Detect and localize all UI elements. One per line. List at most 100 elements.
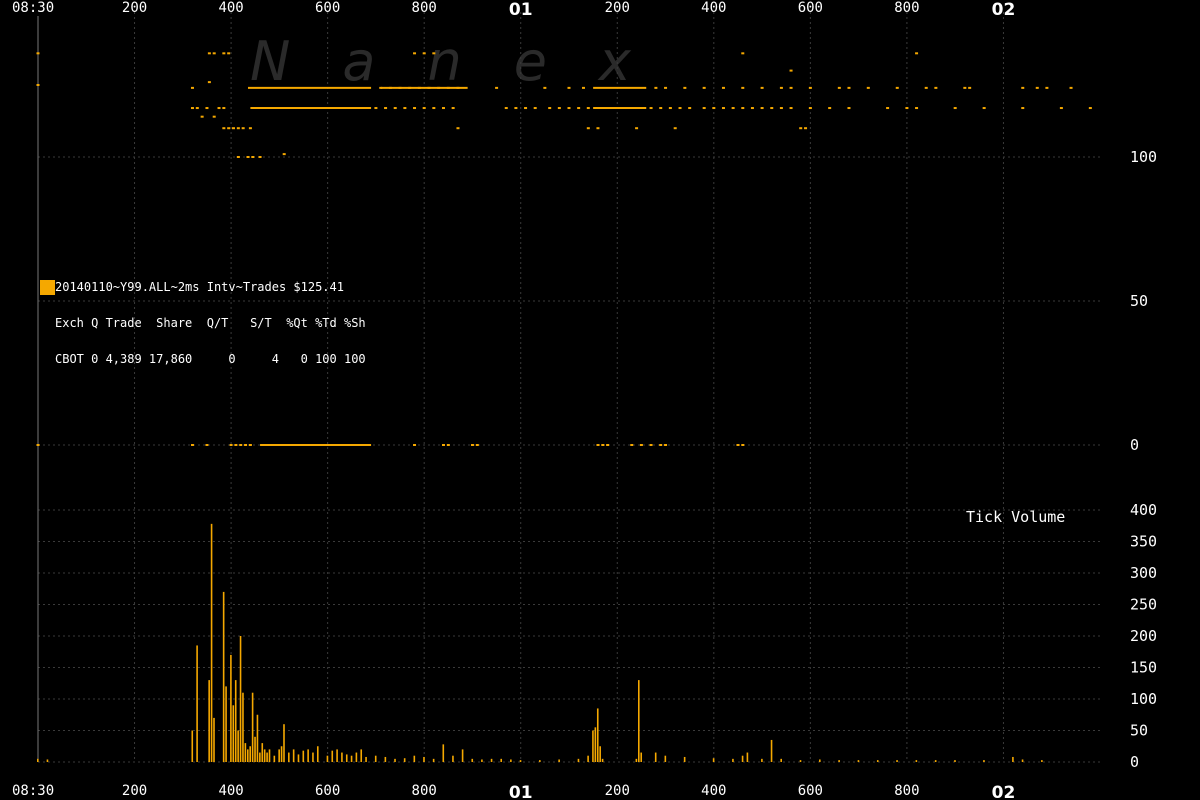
volume-bar: [365, 756, 367, 762]
price-point: [205, 444, 209, 446]
price-point: [251, 156, 255, 158]
volume-bar: [237, 730, 239, 762]
axis-labels: 08:30 08:30 200 200 400 400 600 600 800 800 01 01 20…: [12, 0, 1157, 800]
volume-y-tick-label: 300: [1130, 564, 1157, 582]
info-title: 20140110~Y99.ALL~2ms Intv~Trades $125.41: [55, 280, 344, 294]
x-tick-label-bottom: 400: [218, 783, 243, 799]
price-point: [207, 81, 211, 84]
price-point: [683, 86, 687, 89]
price-y-tick-label: 50: [1130, 292, 1148, 310]
price-point: [222, 107, 226, 110]
volume-bar: [259, 752, 261, 762]
volume-bar: [780, 758, 782, 762]
cbot-color-swatch: [40, 280, 55, 295]
volume-bar: [654, 752, 657, 762]
price-point: [239, 444, 243, 446]
volume-bar: [594, 727, 597, 762]
volume-bar: [232, 705, 235, 762]
volume-bar: [280, 746, 283, 762]
price-point: [441, 107, 445, 110]
price-point: [688, 107, 692, 110]
price-point: [736, 444, 740, 446]
price-point: [659, 444, 663, 446]
price-point: [212, 52, 216, 55]
volume-bar: [331, 750, 334, 762]
volume-bar: [490, 758, 493, 762]
price-point: [963, 86, 967, 89]
price-point: [577, 107, 581, 110]
price-point: [886, 107, 890, 110]
volume-bar: [208, 680, 210, 762]
price-point: [417, 86, 421, 89]
volume-bar: [934, 760, 937, 762]
price-point: [212, 115, 216, 118]
x-tick-label-bottom: 200: [122, 783, 147, 799]
price-point: [789, 86, 793, 89]
price-point: [770, 107, 774, 110]
price-point: [953, 107, 957, 110]
price-point: [659, 107, 663, 110]
price-point: [721, 107, 725, 110]
price-point: [190, 107, 194, 110]
x-tick-label-top: 800: [894, 0, 919, 16]
x-tick-label-top: 400: [701, 0, 726, 16]
volume-bar: [46, 759, 49, 762]
price-point: [524, 107, 528, 110]
price-point: [596, 444, 600, 446]
volume-bar: [452, 755, 454, 762]
x-tick-label-top: 02: [992, 0, 1016, 20]
price-point: [427, 86, 431, 89]
x-tick-label-top: 200: [605, 0, 630, 16]
volume-bar: [592, 730, 594, 762]
x-tick-label-bottom: 600: [315, 783, 340, 799]
price-point: [721, 86, 725, 89]
price-point: [258, 156, 262, 158]
price-point: [1035, 86, 1039, 89]
price-point: [432, 52, 436, 55]
price-point: [446, 86, 450, 89]
price-y-tick-label: 0: [1130, 436, 1139, 454]
price-point: [514, 107, 518, 110]
volume-bar: [819, 759, 821, 762]
volume-bar: [1041, 760, 1043, 762]
price-point: [446, 444, 450, 446]
price-point: [1088, 107, 1092, 110]
x-tick-label-bottom: 08:30: [12, 783, 54, 799]
x-tick-label-top: 400: [218, 0, 243, 16]
price-point: [804, 127, 808, 130]
price-point: [649, 107, 653, 110]
volume-bar: [599, 746, 601, 762]
x-tick-label-bottom: 01: [509, 783, 533, 800]
price-point: [246, 156, 250, 158]
volume-bar: [857, 760, 860, 762]
price-point: [567, 107, 571, 110]
volume-bar: [413, 755, 416, 762]
price-point: [664, 86, 668, 89]
price-point: [548, 107, 552, 110]
price-point: [799, 127, 803, 130]
price-point: [639, 444, 643, 446]
price-point: [808, 107, 812, 110]
price-point: [741, 86, 745, 89]
tick-chart: Nanex 08:30 08:30 200 200 400 400 600 600 800 800…: [12, 0, 1157, 800]
info-header: Exch Q Trade Share Q/T S/T %Qt %Td %Sh: [55, 316, 366, 330]
volume-bar: [213, 717, 215, 762]
price-point: [36, 84, 40, 86]
volume-bar: [1021, 759, 1024, 762]
price-point: [200, 115, 204, 118]
price-point: [379, 86, 383, 89]
volume-bar: [273, 755, 276, 762]
volume-bar: [394, 758, 396, 762]
price-point: [413, 52, 417, 55]
price-point: [1021, 86, 1025, 89]
price-point: [557, 107, 561, 110]
volume-bar: [230, 654, 232, 762]
volume-bar: [225, 686, 227, 762]
volume-bar: [222, 591, 225, 762]
price-point: [232, 127, 236, 130]
x-tick-label-top: 600: [798, 0, 823, 16]
volume-y-tick-label: 400: [1130, 501, 1157, 519]
volume-bar: [1012, 756, 1014, 762]
price-point: [808, 86, 812, 89]
volume-bar: [326, 755, 329, 762]
